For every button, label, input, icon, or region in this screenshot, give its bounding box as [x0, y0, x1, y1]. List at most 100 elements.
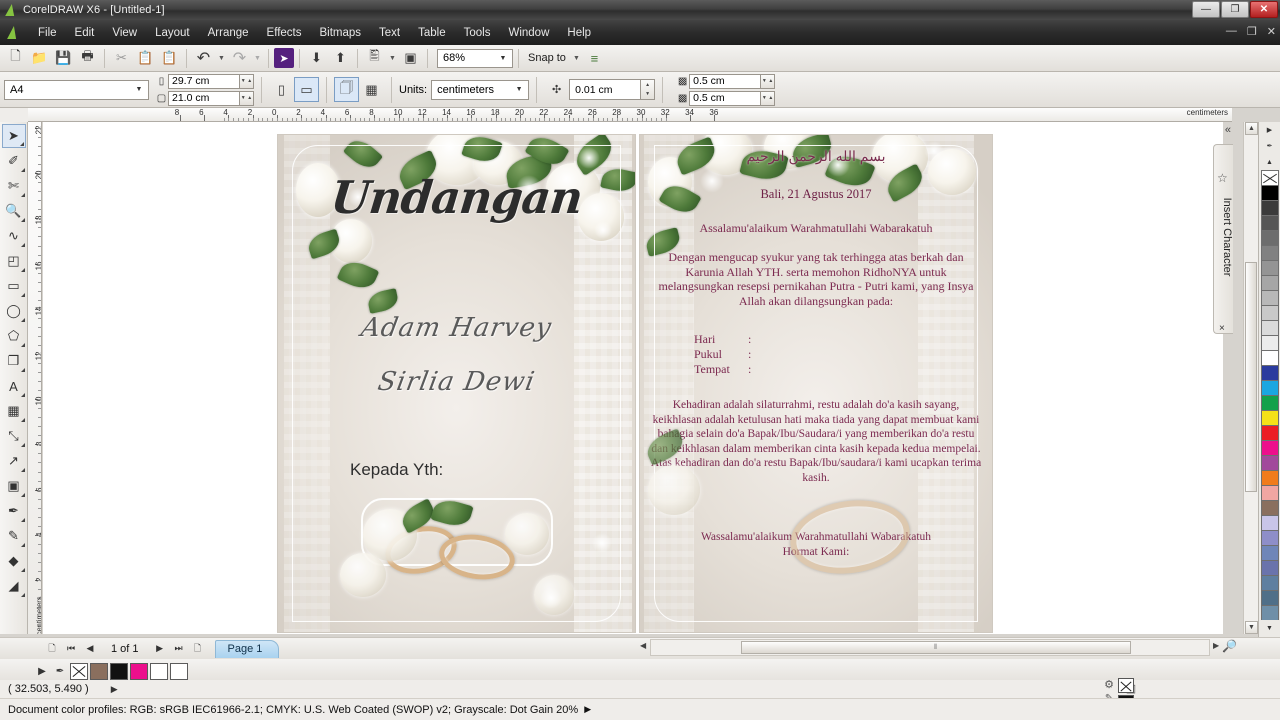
- color-eyedropper-tool[interactable]: ✒: [2, 499, 26, 523]
- palette-scroll-down-icon[interactable]: ▼: [1261, 620, 1279, 636]
- palette-color-swatch[interactable]: [1260, 560, 1279, 575]
- doc-close-button[interactable]: ✕: [1267, 25, 1276, 38]
- flyout-arrow-icon[interactable]: [20, 293, 25, 297]
- snap-to-button[interactable]: Snap to: [524, 52, 570, 64]
- menu-bitmaps[interactable]: Bitmaps: [310, 24, 370, 42]
- landscape-orientation-button[interactable]: ▭: [294, 77, 319, 102]
- straight-line-connector[interactable]: ↗: [2, 449, 26, 473]
- canvas-horizontal-scrollbar[interactable]: ⫴: [650, 639, 1210, 656]
- palette-play-icon[interactable]: ▶: [34, 663, 50, 679]
- table-tool[interactable]: ▦: [2, 399, 26, 423]
- page-width-input[interactable]: 29.7 cm: [168, 73, 240, 89]
- flyout-arrow-icon[interactable]: [19, 142, 24, 146]
- palette-color-swatch[interactable]: [1260, 500, 1279, 515]
- undo-icon[interactable]: ↶: [192, 47, 215, 70]
- paper-type-combo[interactable]: A4 ▼: [4, 79, 149, 100]
- flyout-arrow-icon[interactable]: [20, 318, 25, 322]
- palette-color-swatch[interactable]: [1260, 185, 1279, 200]
- menu-edit[interactable]: Edit: [66, 24, 104, 42]
- smart-fill-tool[interactable]: ◰: [2, 249, 26, 273]
- menu-tools[interactable]: Tools: [455, 24, 500, 42]
- minimize-button[interactable]: —: [1192, 1, 1220, 18]
- flyout-arrow-icon[interactable]: [20, 418, 25, 422]
- palette-color-swatch[interactable]: [1260, 350, 1279, 365]
- flyout-arrow-icon[interactable]: [20, 543, 25, 547]
- publish-to-pdf-icon[interactable]: 🖺: [363, 47, 386, 70]
- zoom-tool[interactable]: 🔍: [2, 199, 26, 223]
- snap-to-dropdown-icon[interactable]: ▼: [571, 47, 582, 70]
- flyout-arrow-icon[interactable]: [20, 243, 25, 247]
- palette-scroll-up-icon[interactable]: ▲: [1261, 154, 1279, 170]
- palette-color-swatch[interactable]: [1260, 485, 1279, 500]
- redo-icon[interactable]: ↷: [228, 47, 251, 70]
- menu-layout[interactable]: Layout: [146, 24, 199, 42]
- flyout-arrow-icon[interactable]: [20, 193, 25, 197]
- scroll-up-icon[interactable]: ▲: [1245, 122, 1258, 135]
- page-height-spinner[interactable]: ▼ ▲: [240, 90, 254, 106]
- search-content-icon[interactable]: ➤: [274, 48, 294, 68]
- menu-effects[interactable]: Effects: [258, 24, 311, 42]
- menu-arrange[interactable]: Arrange: [199, 24, 258, 42]
- collapse-docker-icon[interactable]: «: [1225, 124, 1231, 136]
- palette-color-swatch[interactable]: [1260, 275, 1279, 290]
- save-document-icon[interactable]: 💾: [52, 47, 75, 70]
- color-profile-expand-icon[interactable]: ▶: [584, 704, 591, 715]
- canvas-vertical-scrollbar[interactable]: ▲ ▼: [1243, 122, 1258, 634]
- page-width-spinner[interactable]: ▼ ▲: [240, 73, 254, 89]
- copy-icon[interactable]: 📋: [134, 47, 157, 70]
- duplicate-y-input[interactable]: 0.5 cm: [689, 90, 762, 106]
- crop-tool[interactable]: ✄: [2, 174, 26, 198]
- options-icon[interactable]: ≡: [583, 47, 606, 70]
- palette-color-swatch[interactable]: [1260, 230, 1279, 245]
- palette-color-swatch[interactable]: [1260, 215, 1279, 230]
- color-swatch[interactable]: [150, 662, 168, 680]
- color-swatch[interactable]: [90, 662, 108, 680]
- interactive-fill-tool[interactable]: ◢: [2, 574, 26, 598]
- no-fill-swatch[interactable]: [70, 662, 88, 680]
- all-pages-button[interactable]: 🗍: [334, 77, 359, 102]
- duplicate-y-spinner[interactable]: ▼ ▲: [761, 90, 776, 106]
- horizontal-scroll-thumb[interactable]: ⫴: [741, 641, 1131, 654]
- add-page-start-icon[interactable]: 🗋: [44, 641, 60, 657]
- basic-shapes-tool[interactable]: ❐: [2, 349, 26, 373]
- duplicate-x-spinner[interactable]: ▼ ▲: [761, 73, 776, 89]
- menu-text[interactable]: Text: [370, 24, 409, 42]
- palette-color-swatch[interactable]: [1260, 335, 1279, 350]
- units-combo[interactable]: centimeters ▼: [431, 79, 530, 100]
- palette-color-swatch[interactable]: [1260, 575, 1279, 590]
- parallel-dimension-tool[interactable]: ⤡: [2, 424, 26, 448]
- flyout-arrow-icon[interactable]: [20, 368, 25, 372]
- flyout-arrow-icon[interactable]: [20, 268, 25, 272]
- flyout-arrow-icon[interactable]: [20, 443, 25, 447]
- current-page-button[interactable]: ▦: [359, 77, 384, 102]
- close-docker-icon[interactable]: ×: [1219, 323, 1225, 334]
- text-tool[interactable]: A: [2, 374, 26, 398]
- fill-color-swatch[interactable]: [1118, 678, 1134, 693]
- export-icon[interactable]: ⬆: [329, 47, 352, 70]
- menu-view[interactable]: View: [103, 24, 146, 42]
- palette-color-swatch[interactable]: [1260, 530, 1279, 545]
- import-icon[interactable]: ⬇: [305, 47, 328, 70]
- hscroll-right-arrow-icon[interactable]: ▶: [1213, 641, 1219, 650]
- previous-page-icon[interactable]: ◀: [82, 641, 98, 657]
- drawing-canvas[interactable]: Undangan Adam Harvey Sirlia Dewi Kepada …: [43, 122, 1223, 634]
- doc-restore-button[interactable]: ❐: [1247, 25, 1257, 38]
- print-document-icon[interactable]: 🖶: [76, 47, 99, 70]
- palette-color-swatch[interactable]: [1260, 440, 1279, 455]
- palette-color-swatch[interactable]: [1260, 605, 1279, 620]
- undo-dropdown-icon[interactable]: ▼: [216, 47, 227, 70]
- page-tab-page-1[interactable]: Page 1: [214, 639, 280, 658]
- paste-icon[interactable]: 📋: [158, 47, 181, 70]
- shape-tool[interactable]: ✐: [2, 149, 26, 173]
- rectangle-tool[interactable]: ▭: [2, 274, 26, 298]
- maximize-button[interactable]: ❐: [1221, 1, 1249, 18]
- publish-dropdown-icon[interactable]: ▼: [387, 47, 398, 70]
- application-launcher-icon[interactable]: ▣: [399, 47, 422, 70]
- palette-color-swatch[interactable]: [1260, 410, 1279, 425]
- palette-color-swatch[interactable]: [1260, 515, 1279, 530]
- eyedropper-icon[interactable]: ✒: [52, 663, 68, 679]
- flyout-arrow-icon[interactable]: [20, 593, 25, 597]
- color-swatch[interactable]: [130, 662, 148, 680]
- flyout-arrow-icon[interactable]: [20, 218, 25, 222]
- color-swatch[interactable]: [170, 662, 188, 680]
